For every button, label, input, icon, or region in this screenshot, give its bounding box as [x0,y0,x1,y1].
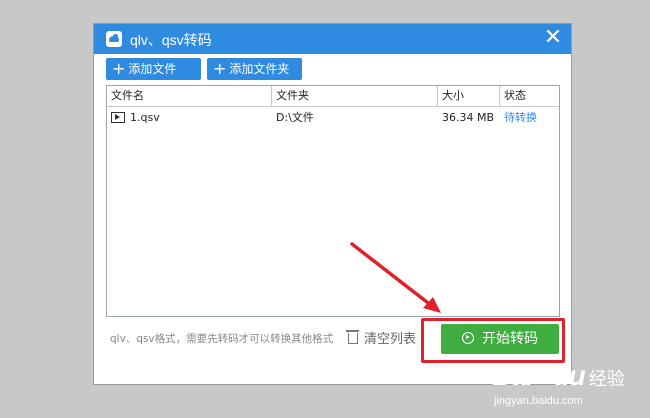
watermark-suffix: 经验 [588,369,625,389]
watermark-logo-end: du [552,360,586,391]
watermark-url: jingyan.baidu.com [494,395,583,407]
paw-icon [534,367,551,383]
watermark-logo: Bai [492,360,534,391]
baidu-watermark: Bai du 经验 jingyan.baidu.com [492,360,642,407]
annotation-arrow [350,242,441,313]
